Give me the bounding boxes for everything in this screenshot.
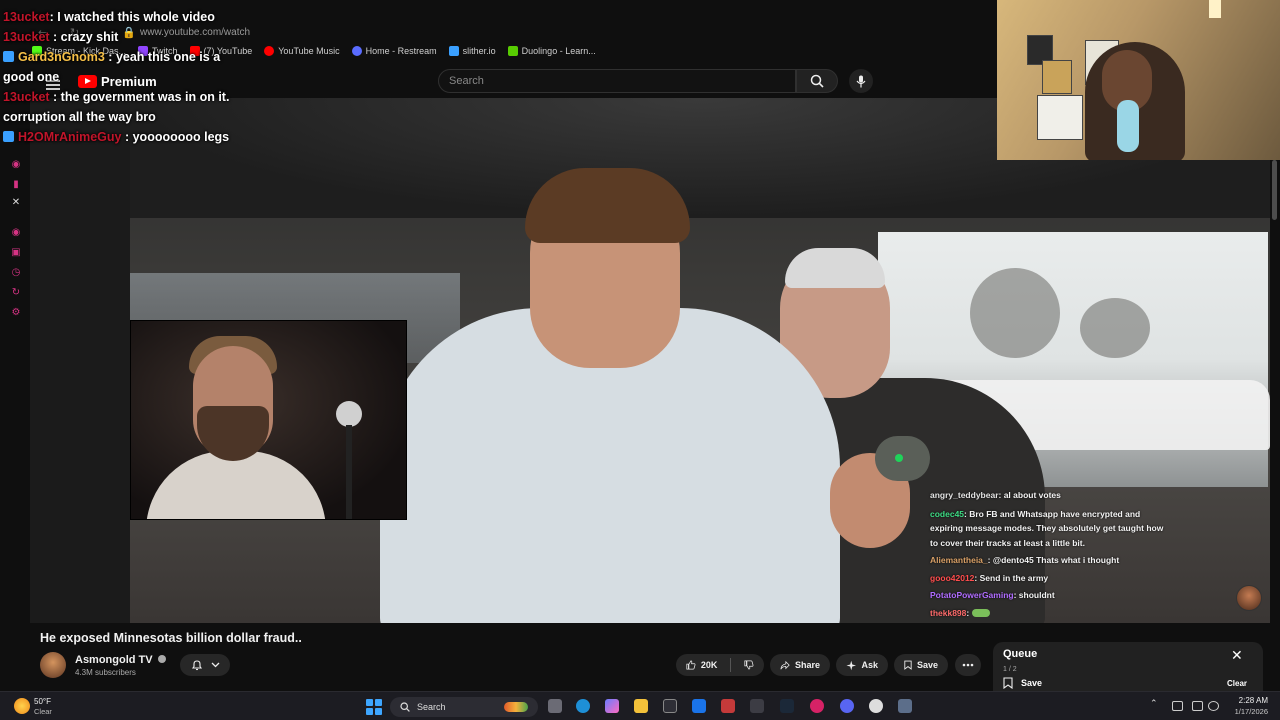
taskbar: 50°F Clear Search ⌃ 2:28 AM 1/17/2026 bbox=[0, 691, 1280, 720]
rail-settings-icon[interactable]: ⚙ bbox=[10, 308, 22, 318]
subscriber-badge-icon bbox=[3, 51, 14, 62]
chat-message: 13ucket : crazy shit bbox=[3, 30, 119, 44]
search-icon bbox=[810, 74, 824, 88]
page-scrollbar[interactable] bbox=[1272, 160, 1277, 220]
crown-badge-icon bbox=[3, 131, 14, 142]
verified-icon bbox=[157, 655, 166, 663]
more-horizontal-icon bbox=[962, 663, 974, 667]
bookmark-restream[interactable]: Home - Restream bbox=[351, 46, 437, 56]
search-highlight-icon bbox=[504, 702, 528, 712]
taskbar-search[interactable]: Search bbox=[390, 697, 538, 717]
rail-twitch-icon[interactable]: ▮ bbox=[10, 180, 22, 190]
frog-emote-icon bbox=[971, 608, 990, 617]
obs-icon[interactable] bbox=[810, 699, 824, 713]
chat-message: 13ucket : the government was in on it. bbox=[3, 90, 230, 104]
volume-icon[interactable] bbox=[1208, 701, 1219, 711]
chat-message: Gard3nGnom3 : yeah this one is a bbox=[3, 47, 253, 67]
search-input[interactable]: Search bbox=[438, 69, 796, 93]
mic-tray-icon[interactable] bbox=[1172, 701, 1183, 711]
chat-message: codec45: Bro FB and Whatsapp have encryp… bbox=[930, 508, 1164, 548]
display-tray-icon[interactable] bbox=[1192, 701, 1203, 711]
stream-chat-overlay: angry_teddybear: al about votes codec45:… bbox=[930, 487, 1170, 622]
chat-message: angry_teddybear: al about votes bbox=[930, 490, 1061, 500]
store-icon[interactable] bbox=[663, 699, 677, 713]
clock-time[interactable]: 2:28 AM bbox=[1236, 696, 1268, 705]
subscriber-count: 4.3M subscribers bbox=[75, 668, 136, 677]
chrome-icon[interactable] bbox=[869, 699, 883, 713]
edge-icon[interactable] bbox=[576, 699, 590, 713]
video-title: He exposed Minnesotas billion dollar fra… bbox=[40, 631, 302, 645]
task-view-icon[interactable] bbox=[548, 699, 562, 713]
sparkle-icon bbox=[846, 660, 857, 670]
save-button[interactable]: Save bbox=[894, 654, 948, 676]
chat-message: Aliemantheia_: @dento45 Thats what i tho… bbox=[930, 555, 1120, 565]
capture-app-icon[interactable] bbox=[721, 699, 735, 713]
microphone-prop bbox=[875, 436, 930, 481]
microphone-icon bbox=[856, 75, 866, 87]
search-icon bbox=[400, 702, 410, 712]
discord-icon[interactable] bbox=[840, 699, 854, 713]
chat-message: H2OMrAnimeGuy : yoooooooo legs bbox=[3, 127, 253, 147]
bookmark-slither[interactable]: slither.io bbox=[448, 46, 496, 56]
duolingo-icon bbox=[507, 46, 518, 56]
clock-date[interactable]: 1/17/2026 bbox=[1226, 707, 1268, 716]
chevron-down-icon bbox=[211, 662, 219, 668]
copilot-icon[interactable] bbox=[605, 699, 619, 713]
bookmark-icon bbox=[1003, 677, 1013, 689]
channel-avatar-small[interactable] bbox=[1236, 585, 1262, 611]
bookmark-duolingo[interactable]: Duolingo - Learn... bbox=[507, 46, 596, 56]
queue-count: 1 / 2 bbox=[1003, 666, 1017, 673]
rail-history-icon[interactable]: ◷ bbox=[10, 268, 22, 278]
weather-icon[interactable] bbox=[14, 698, 30, 714]
channel-name[interactable]: Asmongold TV bbox=[75, 654, 166, 666]
queue-save-button[interactable]: Save bbox=[1003, 677, 1042, 689]
queue-panel: Queue 1 / 2 ✕ Save Clear bbox=[993, 642, 1263, 694]
queue-clear-button[interactable]: Clear bbox=[1227, 679, 1247, 688]
chat-message: gooo42012: Send in the army bbox=[930, 572, 1049, 583]
queue-title: Queue bbox=[1003, 648, 1038, 660]
search-button[interactable] bbox=[796, 69, 838, 93]
weather-description[interactable]: Clear bbox=[34, 707, 52, 716]
channel-avatar[interactable] bbox=[40, 652, 66, 678]
share-icon bbox=[780, 660, 790, 669]
mail-icon[interactable] bbox=[692, 699, 706, 713]
weather-temperature[interactable]: 50°F bbox=[34, 697, 51, 706]
thumbs-down-icon[interactable] bbox=[744, 659, 754, 671]
steam-icon[interactable] bbox=[780, 699, 794, 713]
overlay-chat: 13ucket: I watched this whole video 13uc… bbox=[3, 7, 253, 147]
slither-icon bbox=[448, 46, 459, 56]
rail-home-icon[interactable]: ◉ bbox=[10, 160, 22, 170]
streamer-camera bbox=[997, 0, 1280, 160]
rail-folder-icon[interactable]: ▣ bbox=[10, 248, 22, 258]
more-actions-button[interactable] bbox=[955, 654, 981, 676]
bell-icon bbox=[191, 660, 202, 671]
chat-message: PotatoPowerGaming: shouldnt bbox=[930, 590, 1055, 600]
chat-message: 13ucket: I watched this whole video bbox=[3, 10, 215, 24]
close-icon[interactable]: ✕ bbox=[1231, 648, 1243, 664]
like-count[interactable]: 20K bbox=[701, 660, 718, 670]
ask-button[interactable]: Ask bbox=[836, 654, 888, 676]
bookmark-icon bbox=[904, 660, 912, 670]
notification-bell-button[interactable] bbox=[180, 654, 230, 676]
settings-icon[interactable] bbox=[898, 699, 912, 713]
file-explorer-icon[interactable] bbox=[634, 699, 648, 713]
rail-x-icon[interactable]: ✕ bbox=[10, 198, 22, 208]
x-app-icon[interactable] bbox=[750, 699, 764, 713]
youtube-music-icon bbox=[264, 46, 275, 56]
streamer-webcam-overlay bbox=[130, 320, 407, 520]
chat-message: thekk898: bbox=[930, 605, 1170, 623]
restream-icon bbox=[351, 46, 362, 56]
thumbs-up-icon[interactable] bbox=[686, 659, 696, 671]
bookmark-youtube-music[interactable]: YouTube Music bbox=[264, 46, 340, 56]
start-button[interactable] bbox=[366, 699, 382, 715]
rail-record-icon[interactable]: ◉ bbox=[10, 228, 22, 238]
rail-refresh-icon[interactable]: ↻ bbox=[10, 288, 22, 298]
like-dislike-group: 20K bbox=[676, 654, 764, 676]
share-button[interactable]: Share bbox=[770, 654, 830, 676]
chevron-up-icon[interactable]: ⌃ bbox=[1150, 699, 1158, 709]
voice-search-button[interactable] bbox=[849, 69, 873, 93]
